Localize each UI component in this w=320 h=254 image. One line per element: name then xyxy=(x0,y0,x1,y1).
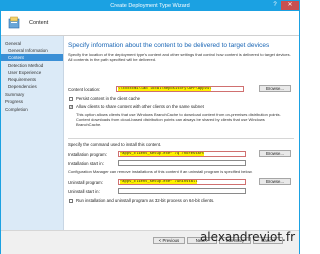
run32bit-label: Run installation and uninstall program a… xyxy=(76,198,215,203)
uninstall-start-input[interactable] xyxy=(118,188,246,194)
nav-item-user-experience[interactable]: User Experience xyxy=(8,69,41,76)
install-program-value: "appv_client_setup.exe" /q /norestart xyxy=(120,152,205,156)
uninstall-program-value: "appv_client_setup.exe" /uninstall xyxy=(120,180,198,184)
install-program-label: Installation program: xyxy=(68,152,107,157)
content-location-value: \\xxxxcm1\lab local\Repository\APP\appv4… xyxy=(118,87,212,91)
allow-share-label: Allow clients to share content with othe… xyxy=(76,104,204,109)
previous-button[interactable]: < Previous xyxy=(153,237,185,244)
nav-item-progress[interactable]: Progress xyxy=(5,98,23,105)
content-heading: Specify information about the content to… xyxy=(68,42,270,49)
nav-item-general[interactable]: General xyxy=(5,40,21,47)
install-program-browse-button[interactable]: Browse... xyxy=(259,150,291,157)
content-box-icon xyxy=(8,16,20,29)
page-header: Content xyxy=(1,11,299,36)
content-location-label: Content location: xyxy=(68,87,101,92)
nav-item-completion[interactable]: Completion xyxy=(5,106,28,113)
section-divider xyxy=(68,138,294,139)
allow-share-checkbox[interactable] xyxy=(69,104,73,109)
window-title: Create Deployment Type Wizard xyxy=(110,3,190,9)
nav-item-general-information[interactable]: General Information xyxy=(8,47,48,54)
wizard-window: Create Deployment Type Wizard ? ✕ Conten… xyxy=(0,0,300,254)
install-heading: Specify the command used to install this… xyxy=(68,142,162,147)
wizard-nav: General General Information Content Dete… xyxy=(1,36,64,230)
branchcache-note: This option allows clients that use Wind… xyxy=(76,112,281,127)
content-location-input[interactable]: \\xxxxcm1\lab local\Repository\APP\appv4… xyxy=(116,86,244,92)
nav-item-dependencies[interactable]: Dependencies xyxy=(8,83,37,90)
help-button[interactable]: ? xyxy=(269,1,281,10)
nav-item-detection-method[interactable]: Detection Method xyxy=(8,62,43,69)
watermark: alexandreviot.fr xyxy=(199,230,295,244)
uninstall-start-label: Uninstall start in: xyxy=(68,189,100,194)
nav-item-requirements[interactable]: Requirements xyxy=(8,76,36,83)
persist-cache-checkbox[interactable] xyxy=(69,97,73,101)
nav-item-summary[interactable]: Summary xyxy=(5,91,24,98)
install-start-label: Installation start in: xyxy=(68,161,104,166)
uninstall-program-input[interactable]: "appv_client_setup.exe" /uninstall xyxy=(118,179,246,185)
content-location-browse-button[interactable]: Browse... xyxy=(259,85,291,92)
uninstall-note: Configuration Manager can remove install… xyxy=(68,169,253,174)
title-bar: Create Deployment Type Wizard ? ✕ xyxy=(1,1,299,11)
uninstall-program-label: Uninstall program: xyxy=(68,180,103,185)
uninstall-program-browse-button[interactable]: Browse... xyxy=(259,178,291,185)
close-button[interactable]: ✕ xyxy=(281,1,299,10)
run32bit-checkbox[interactable] xyxy=(69,199,73,203)
page-title: Content xyxy=(29,20,49,26)
install-start-input[interactable] xyxy=(118,160,246,166)
nav-item-content[interactable]: Content xyxy=(1,54,63,61)
install-program-input[interactable]: "appv_client_setup.exe" /q /norestart xyxy=(118,151,246,157)
persist-cache-label: Persist content in the client cache xyxy=(76,96,141,101)
intro-text: Specify the location of the deployment t… xyxy=(68,52,291,62)
